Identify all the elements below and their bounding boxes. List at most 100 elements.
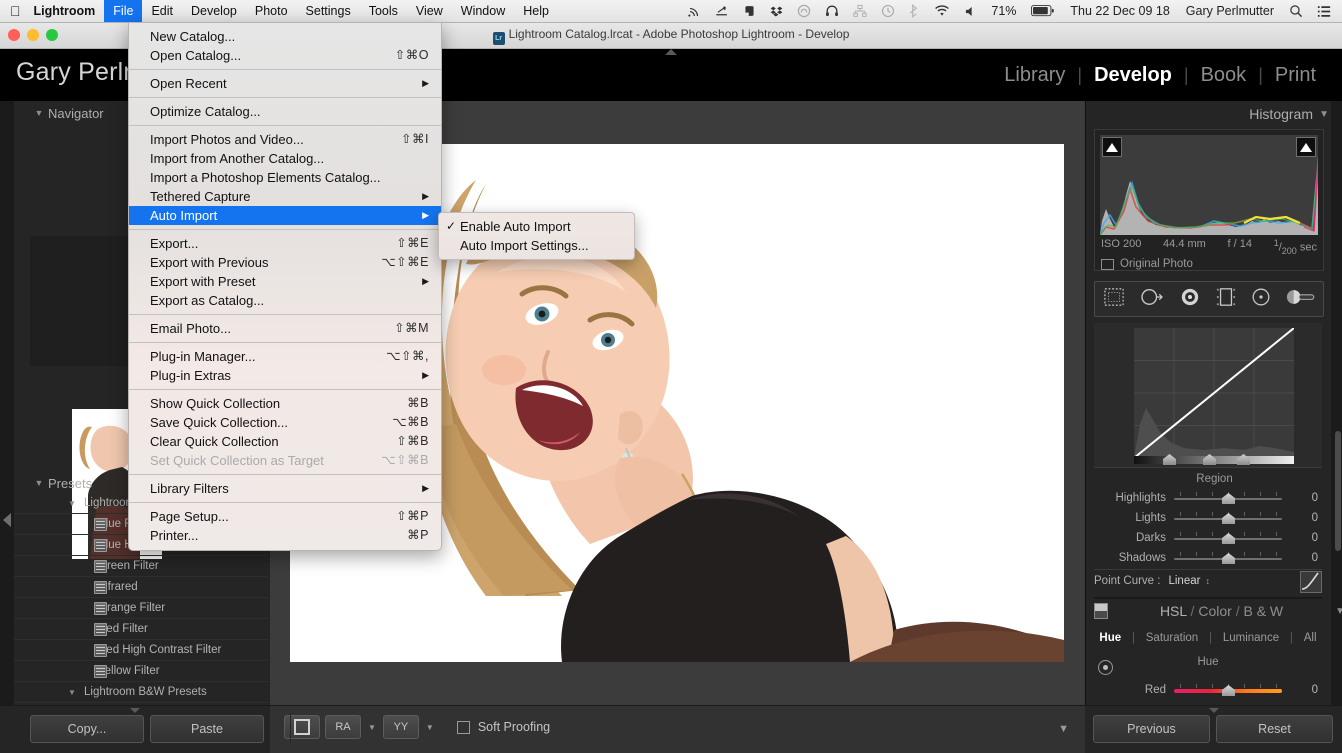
preset-item[interactable]: Red High Contrast Filter <box>14 640 268 661</box>
menu-item-show-quick-collection[interactable]: Show Quick Collection ⌘B <box>129 394 441 413</box>
module-library[interactable]: Library <box>992 64 1077 87</box>
menu-item-import-photos-and-video[interactable]: Import Photos and Video... ⇧⌘I <box>129 130 441 149</box>
point-curve-value[interactable]: Linear <box>1168 575 1200 587</box>
menu-item-open-catalog[interactable]: Open Catalog... ⇧⌘O <box>129 46 441 65</box>
battery-icon[interactable] <box>1024 0 1062 22</box>
evernote-icon[interactable] <box>736 0 763 22</box>
point-curve-stepper-icon[interactable]: ↕ <box>1205 576 1210 586</box>
menu-photo[interactable]: Photo <box>246 0 297 22</box>
tab-saturation[interactable]: Saturation <box>1146 632 1198 644</box>
original-photo-row[interactable]: Original Photo <box>1101 258 1193 270</box>
preset-item[interactable]: Yellow Filter <box>14 661 268 682</box>
preset-group-twisty-icon[interactable]: ▼ <box>68 688 76 697</box>
bluetooth-icon[interactable] <box>902 0 927 22</box>
radial-filter-icon[interactable] <box>1250 287 1272 312</box>
copy-settings-caret-icon[interactable]: ▼ <box>424 723 436 732</box>
menu-tools[interactable]: Tools <box>360 0 407 22</box>
creative-cloud-icon[interactable] <box>790 0 818 22</box>
menu-item-import-from-another-catalog[interactable]: Import from Another Catalog... <box>129 149 441 168</box>
menu-item-export-with-previous[interactable]: Export with Previous ⌥⇧⌘E <box>129 253 441 272</box>
user-name[interactable]: Gary Perlmutter <box>1178 0 1282 22</box>
graduated-filter-icon[interactable] <box>1215 287 1237 312</box>
tab-all[interactable]: All <box>1304 632 1317 644</box>
volume-icon[interactable] <box>957 0 983 22</box>
color-title[interactable]: Color <box>1198 603 1231 619</box>
right-footer-toggle-arrow[interactable] <box>1208 708 1219 713</box>
clock[interactable]: Thu 22 Dec 09 18 <box>1062 0 1177 22</box>
timemachine-icon[interactable] <box>874 0 902 22</box>
highlights-value[interactable]: 0 <box>1282 492 1318 504</box>
wifi-icon[interactable] <box>927 0 957 22</box>
menu-item-clear-quick-collection[interactable]: Clear Quick Collection ⇧⌘B <box>129 432 441 451</box>
menu-develop[interactable]: Develop <box>182 0 246 22</box>
preset-item[interactable]: Green Filter <box>14 556 268 577</box>
submenu-item-enable-auto-import[interactable]: ✓ Enable Auto Import <box>439 217 634 236</box>
preset-group-header[interactable]: ▼ Lightroom B&W Presets <box>14 682 268 703</box>
menu-item-auto-import[interactable]: Auto Import ▶ <box>129 206 441 225</box>
menu-item-import-photoshop-elements-catalog[interactable]: Import a Photoshop Elements Catalog... <box>129 168 441 187</box>
previous-button[interactable]: Previous <box>1093 715 1210 743</box>
paste-button[interactable]: Paste <box>150 715 264 743</box>
hsl-header[interactable]: HSL / Color / B & W ▼ <box>1086 599 1342 623</box>
darks-value[interactable]: 0 <box>1282 532 1318 544</box>
histogram-twisty-icon[interactable]: ▼ <box>1319 109 1329 120</box>
shadow-clipping-indicator[interactable] <box>1102 137 1122 157</box>
left-panel-collapse-arrow[interactable] <box>3 513 11 527</box>
menu-item-library-filters[interactable]: Library Filters ▶ <box>129 479 441 498</box>
red-eye-icon[interactable] <box>1179 287 1201 312</box>
targeted-adjustment-icon[interactable] <box>1098 660 1113 675</box>
preset-group-twisty-icon[interactable]: ▼ <box>68 499 76 508</box>
hsl-target-icon[interactable] <box>1094 603 1108 619</box>
menu-item-optimize-catalog[interactable]: Optimize Catalog... <box>129 102 441 121</box>
tab-hue[interactable]: Hue <box>1099 632 1121 644</box>
edit-point-curve-button[interactable] <box>1300 571 1322 593</box>
lights-slider[interactable] <box>1174 512 1282 524</box>
lights-value[interactable]: 0 <box>1282 512 1318 524</box>
before-after-caret-icon[interactable]: ▼ <box>366 723 378 732</box>
module-book[interactable]: Book <box>1189 64 1259 87</box>
copy-settings-button[interactable]: YY <box>382 715 419 739</box>
shadows-value[interactable]: 0 <box>1282 552 1318 564</box>
menu-item-plug-in-extras[interactable]: Plug-in Extras ▶ <box>129 366 441 385</box>
preset-item[interactable]: Infrared <box>14 577 268 598</box>
notification-center-icon[interactable] <box>1310 0 1338 22</box>
menu-edit[interactable]: Edit <box>142 0 182 22</box>
soft-proofing-checkbox-icon[interactable] <box>456 720 470 734</box>
menu-item-email-photo[interactable]: Email Photo... ⇧⌘M <box>129 319 441 338</box>
top-panel-toggle-arrow[interactable] <box>665 49 677 55</box>
menu-item-page-setup[interactable]: Page Setup... ⇧⌘P <box>129 507 441 526</box>
network-icon[interactable] <box>846 0 874 22</box>
hsl-twisty-icon[interactable]: ▼ <box>1335 606 1342 617</box>
right-panel-scrollbar[interactable] <box>1335 431 1341 551</box>
menu-item-export[interactable]: Export... ⇧⌘E <box>129 234 441 253</box>
menu-item-plug-in-manager[interactable]: Plug-in Manager... ⌥⇧⌘, <box>129 347 441 366</box>
module-print[interactable]: Print <box>1263 64 1328 87</box>
module-develop[interactable]: Develop <box>1082 64 1184 87</box>
left-panel-hide-bar[interactable] <box>0 101 14 705</box>
menu-window[interactable]: Window <box>452 0 514 22</box>
original-photo-checkbox-icon[interactable] <box>1101 258 1114 270</box>
menu-help[interactable]: Help <box>514 0 558 22</box>
darks-slider[interactable] <box>1174 532 1282 544</box>
menu-item-save-quick-collection[interactable]: Save Quick Collection... ⌥⌘B <box>129 413 441 432</box>
tone-curve-graph[interactable] <box>1133 327 1295 459</box>
menu-item-open-recent[interactable]: Open Recent ▶ <box>129 74 441 93</box>
histogram-graph[interactable] <box>1099 135 1319 236</box>
highlight-clipping-indicator[interactable] <box>1296 137 1316 157</box>
menu-view[interactable]: View <box>407 0 452 22</box>
preset-item[interactable]: Orange Filter <box>14 598 268 619</box>
menu-settings[interactable]: Settings <box>297 0 360 22</box>
apple-icon[interactable]:  <box>0 4 32 18</box>
rss-icon[interactable] <box>681 0 708 22</box>
bw-title[interactable]: B & W <box>1243 603 1283 619</box>
menu-file[interactable]: File <box>104 0 143 22</box>
adjustment-brush-icon[interactable] <box>1286 287 1316 312</box>
scanner-icon[interactable] <box>708 0 736 22</box>
toolbar-menu-caret-icon[interactable]: ▼ <box>1058 723 1069 735</box>
left-footer-toggle-arrow[interactable] <box>130 708 140 713</box>
before-after-button[interactable]: RA <box>325 715 361 739</box>
navigator-twisty-icon[interactable]: ▼ <box>30 108 48 118</box>
histogram-header[interactable]: Histogram ▼ <box>1086 101 1342 127</box>
dropbox-icon[interactable] <box>763 0 790 22</box>
presets-twisty-icon[interactable]: ▼ <box>30 478 48 488</box>
